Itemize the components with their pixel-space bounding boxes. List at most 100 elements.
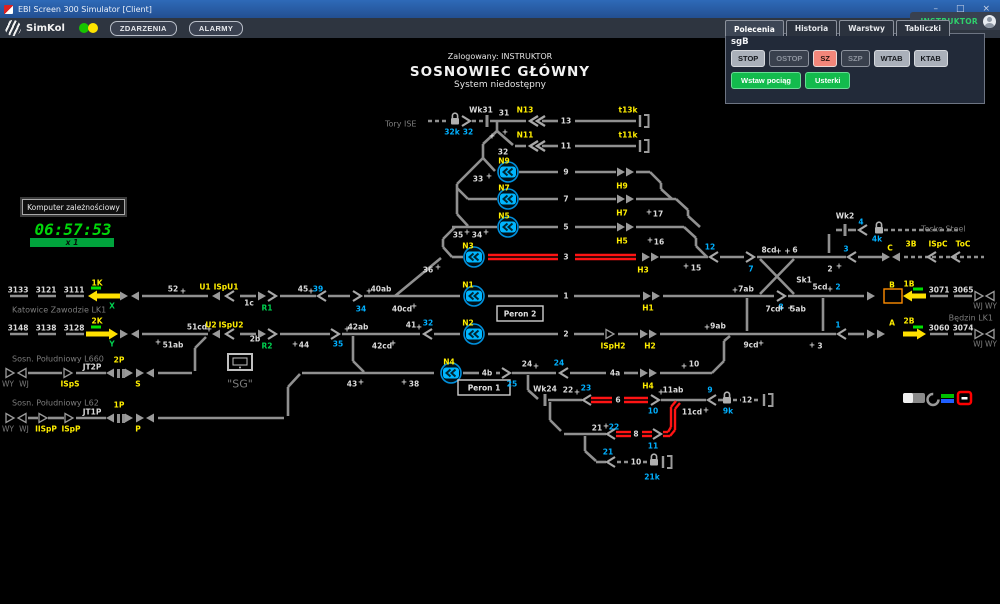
- lock-icon[interactable]: [451, 118, 459, 125]
- szp-button[interactable]: SZP: [841, 50, 870, 67]
- platform-label: Peron 1: [468, 384, 501, 393]
- tab-tabliczki[interactable]: Tabliczki: [895, 20, 950, 36]
- diagram-label: 6: [792, 246, 797, 255]
- insert-train-button[interactable]: Wstaw pociąg: [731, 72, 802, 89]
- diagram-label: 42ab: [348, 323, 369, 332]
- route-arrow-icon[interactable]: [903, 328, 926, 340]
- switch-number[interactable]: 34: [356, 305, 366, 314]
- switch-number[interactable]: 12: [705, 243, 715, 252]
- diagram-label: +: [390, 339, 396, 348]
- switch-number[interactable]: 32: [423, 319, 433, 328]
- diagram-label: 36: [423, 266, 433, 275]
- switch-number[interactable]: 4: [858, 218, 863, 227]
- diagram-label: 51ab: [163, 341, 184, 350]
- switch-chevron-icon[interactable]: [776, 290, 788, 302]
- diagram-label: +: [489, 132, 495, 141]
- switch-number[interactable]: 11: [648, 442, 658, 451]
- switch-number[interactable]: 21k: [644, 473, 660, 482]
- diagram-label: 1c: [244, 299, 254, 308]
- switch-chevron-icon[interactable]: [745, 251, 757, 263]
- lock-icon[interactable]: [875, 227, 883, 234]
- switch-number[interactable]: 21: [603, 448, 613, 457]
- diagram-label: Wk24: [533, 385, 557, 394]
- diagram-label: 40cd: [392, 305, 412, 314]
- switch-chevron-icon[interactable]: [856, 224, 868, 236]
- switch-number[interactable]: 9k: [723, 407, 734, 416]
- faults-button[interactable]: Usterki: [805, 72, 851, 89]
- switch-number[interactable]: 23: [581, 384, 591, 393]
- tab-polecenia[interactable]: Polecenia: [725, 20, 784, 36]
- switch-chevron-icon[interactable]: [650, 394, 662, 406]
- track-end-bracket: [644, 114, 650, 128]
- track-segment: [675, 198, 689, 211]
- tab-historia[interactable]: Historia: [785, 20, 838, 36]
- diagram-label: WJ: [973, 340, 983, 349]
- route-arrow-icon[interactable]: [86, 328, 118, 340]
- switch-number[interactable]: 35: [333, 340, 343, 349]
- diagram-label: 34: [472, 231, 482, 240]
- switch-number[interactable]: 4k: [872, 235, 883, 244]
- switch-number[interactable]: 39: [313, 285, 323, 294]
- switch-chevron-icon[interactable]: [835, 328, 847, 340]
- track-arrow-icon: [131, 329, 139, 339]
- switch-chevron-icon[interactable]: [557, 367, 569, 379]
- switch-chevron-icon[interactable]: [267, 328, 279, 340]
- switch-chevron-icon[interactable]: [421, 328, 433, 340]
- track-arrow-icon: [649, 329, 657, 339]
- switch-chevron-icon[interactable]: [501, 367, 513, 379]
- switch-number[interactable]: 10: [648, 407, 658, 416]
- gate-bar: [117, 414, 120, 423]
- stop-button[interactable]: STOP: [731, 50, 766, 67]
- diagram-label: 1P: [114, 401, 125, 410]
- diagram-label: Y: [108, 340, 115, 349]
- diagram-label: WY: [985, 340, 997, 349]
- switch-chevron-icon[interactable]: [223, 290, 235, 302]
- ktab-button[interactable]: KTAB: [913, 50, 948, 67]
- switch-chevron-icon[interactable]: [330, 328, 342, 340]
- switch-number[interactable]: 9: [707, 386, 712, 395]
- occupied-track-segment: [669, 429, 676, 437]
- switch-number[interactable]: 2: [835, 283, 840, 292]
- diagram-label: 17: [653, 210, 663, 219]
- diagram-label: 3: [563, 253, 568, 262]
- switch-number[interactable]: 1: [835, 321, 840, 330]
- ostop-button[interactable]: OSTOP: [769, 50, 810, 67]
- switch-number[interactable]: 25: [507, 380, 517, 389]
- diagram-label: +: [533, 362, 539, 371]
- diagram-label: ISpU2: [219, 321, 244, 330]
- switch-chevron-icon[interactable]: [845, 251, 857, 263]
- diagram-label: 9: [563, 168, 568, 177]
- switch-chevron-icon[interactable]: [267, 290, 279, 302]
- switch-chevron-icon[interactable]: [461, 115, 473, 127]
- track-arrow-icon: [882, 252, 890, 262]
- switch-number[interactable]: 24: [554, 359, 564, 368]
- wtab-button[interactable]: WTAB: [873, 50, 910, 67]
- tab-warstwy[interactable]: Warstwy: [839, 20, 894, 36]
- switch-number[interactable]: 3: [843, 245, 848, 254]
- track-arrow-icon: [258, 291, 266, 301]
- switch-number[interactable]: 32: [463, 128, 473, 137]
- switch-number[interactable]: 22: [609, 423, 619, 432]
- diagram-label: WJ: [19, 425, 29, 434]
- switch-chevron-icon[interactable]: [580, 394, 592, 406]
- diagram-label: Wk31: [469, 106, 493, 115]
- route-arrow-icon[interactable]: [88, 290, 120, 302]
- switch-number[interactable]: 7: [748, 265, 753, 274]
- switch-chevron-icon[interactable]: [352, 290, 364, 302]
- track-segment: [456, 187, 469, 200]
- diagram-label: ISpS: [61, 380, 80, 389]
- track-end-bracket: [644, 139, 650, 153]
- diagram-label: 2P: [114, 356, 125, 365]
- track-arrow-icon: [892, 252, 900, 262]
- route-arrow-icon[interactable]: [903, 290, 926, 302]
- switch-chevron-icon[interactable]: [705, 394, 717, 406]
- switch-chevron-icon[interactable]: [604, 456, 616, 468]
- sz-button[interactable]: SZ: [813, 50, 838, 67]
- switch-chevron-icon[interactable]: [707, 251, 719, 263]
- lock-icon[interactable]: [650, 459, 658, 466]
- lock-icon[interactable]: [723, 397, 731, 404]
- switch-number[interactable]: 32k: [444, 128, 460, 137]
- switch-chevron-icon[interactable]: [652, 428, 664, 440]
- route-indicator: [91, 325, 101, 329]
- switch-chevron-icon[interactable]: [223, 328, 235, 340]
